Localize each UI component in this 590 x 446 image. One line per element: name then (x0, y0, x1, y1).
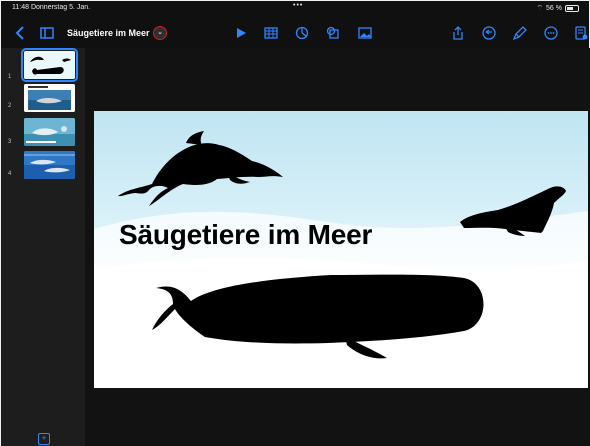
back-icon[interactable] (13, 25, 29, 41)
plus-icon: + (41, 433, 47, 443)
slide-thumbnail-1[interactable] (21, 48, 78, 82)
slide-thumbnail-3[interactable] (24, 118, 75, 146)
slide-number: 1 (8, 74, 12, 80)
shapes-icon[interactable] (325, 25, 341, 41)
document-options-icon[interactable] (573, 25, 589, 41)
more-icon[interactable] (543, 25, 559, 41)
chevron-down-icon: ⌄ (157, 29, 163, 36)
status-date-value: Donnerstag 5. Jan. (30, 4, 91, 11)
slide-number: 2 (8, 103, 12, 109)
battery-percent: 56 % (546, 5, 562, 12)
table-icon[interactable] (263, 25, 279, 41)
slide-number: 4 (8, 171, 12, 177)
battery-icon (565, 5, 579, 12)
format-brush-icon[interactable] (512, 25, 528, 41)
slide-title[interactable]: Säugetiere im Meer (119, 219, 372, 251)
share-icon[interactable] (450, 25, 466, 41)
dolphin-icon[interactable] (118, 131, 283, 206)
slide-number: 3 (8, 139, 12, 145)
slide-canvas[interactable]: Säugetiere im Meer (94, 111, 588, 388)
wifi-icon: ⌔ (536, 5, 544, 12)
slide-navigator: 1 2 3 4 (1, 48, 85, 446)
status-time: 11:48 Donnerstag 5. Jan. (12, 4, 90, 11)
slide-thumbnail-2[interactable] (24, 84, 75, 112)
play-icon[interactable] (233, 25, 249, 41)
media-icon[interactable] (357, 25, 373, 41)
add-slide-button[interactable]: + (38, 433, 50, 445)
status-bar: 11:48 Donnerstag 5. Jan. ••• ⌔ 56 % (1, 1, 589, 18)
multitasking-dots[interactable]: ••• (293, 2, 303, 9)
slide-thumbnail-4[interactable] (24, 151, 75, 179)
undo-icon[interactable] (481, 25, 497, 41)
status-right: ⌔ 56 % (536, 4, 579, 13)
status-time-value: 11:48 (12, 4, 29, 11)
toolbar: Säugetiere im Meer ⌄ (1, 18, 589, 48)
title-menu-button[interactable]: ⌄ (153, 26, 167, 40)
chart-icon[interactable] (294, 25, 310, 41)
document-title[interactable]: Säugetiere im Meer (67, 28, 150, 38)
sidebar-toggle-icon[interactable] (39, 25, 55, 41)
